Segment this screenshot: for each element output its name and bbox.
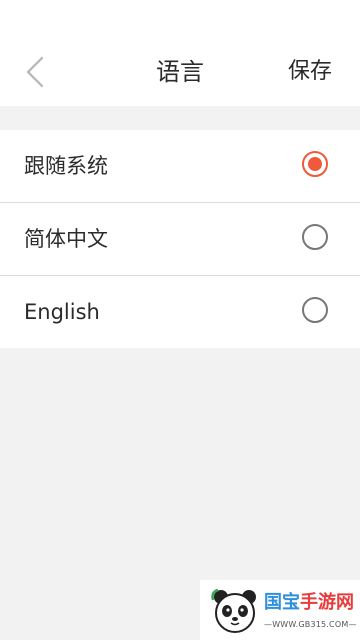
option-label: 简体中文	[24, 227, 108, 251]
radio-checked-icon[interactable]	[302, 151, 328, 177]
option-label: English	[24, 300, 100, 324]
watermark-brand-part1: 国宝	[264, 592, 300, 613]
save-button[interactable]: 保存	[288, 56, 332, 88]
radio-unchecked-icon[interactable]	[302, 224, 328, 250]
option-english[interactable]: English	[0, 275, 360, 348]
top-bar: 语言 保存	[0, 0, 360, 106]
site-watermark: 国宝手游网 —WWW.GB315.COM—	[200, 580, 360, 640]
option-follow-system[interactable]: 跟随系统	[0, 130, 360, 202]
option-label: 跟随系统	[24, 154, 108, 178]
watermark-url: —WWW.GB315.COM—	[264, 620, 357, 629]
watermark-brand: 国宝手游网	[264, 592, 354, 614]
option-simplified-chinese[interactable]: 简体中文	[0, 202, 360, 275]
panda-icon	[211, 588, 256, 633]
language-options-list: 跟随系统 简体中文 English	[0, 130, 360, 348]
watermark-brand-part2: 手游网	[300, 592, 354, 613]
radio-unchecked-icon[interactable]	[302, 297, 328, 323]
